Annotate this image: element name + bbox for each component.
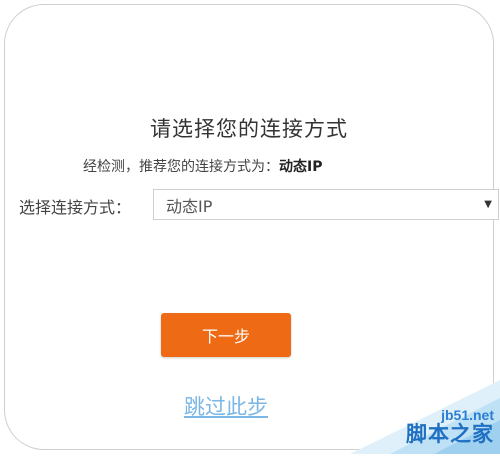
connection-type-select[interactable]: 动态IP ▼ (153, 189, 499, 220)
dropdown-arrow-icon: ▼ (484, 199, 492, 210)
detection-prefix: 经检测，推荐您的连接方式为： (83, 159, 279, 175)
detection-result: 经检测，推荐您的连接方式为：动态IP (83, 156, 322, 176)
page-title: 请选择您的连接方式 (150, 117, 348, 141)
detection-value: 动态IP (279, 159, 323, 175)
watermark: jb51.net 脚本之家 (350, 380, 500, 454)
connection-type-value: 动态IP (166, 196, 213, 216)
next-step-button[interactable]: 下一步 (161, 313, 291, 357)
connection-type-label: 选择连接方式： (19, 198, 132, 217)
watermark-name: 脚本之家 (406, 422, 494, 446)
